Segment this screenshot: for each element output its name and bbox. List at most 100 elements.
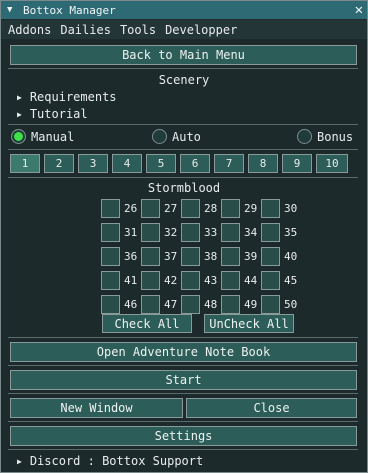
page-button-6[interactable]: 6 [180,154,210,173]
page-button-5[interactable]: 5 [146,154,176,173]
tree-label: Requirements [29,90,117,104]
divider [8,337,358,338]
divider [8,449,358,450]
level-label: 32 [164,226,178,239]
radio-indicator [11,129,26,144]
divider [8,421,358,422]
level-checkbox[interactable] [261,295,280,314]
level-checkbox[interactable] [221,271,240,290]
settings-button[interactable]: Settings [10,426,357,446]
title-bar[interactable]: ▼ Bottox Manager ✕ [1,1,367,19]
menu-dailies[interactable]: Dailies [60,23,111,37]
divider [8,68,358,69]
level-label: 44 [244,274,258,287]
back-to-main-menu-button[interactable]: Back to Main Menu [10,45,357,65]
level-label: 42 [164,274,178,287]
level-checkbox[interactable] [101,199,120,218]
level-checkbox[interactable] [221,199,240,218]
page-button-9[interactable]: 9 [282,154,312,173]
tree-requirements[interactable]: ▶ Requirements [17,90,117,104]
level-checkbox[interactable] [221,247,240,266]
divider [8,149,358,150]
expand-arrow-icon: ▶ [17,93,22,102]
level-label: 28 [204,202,218,215]
level-label: 37 [164,250,178,263]
level-checkbox[interactable] [141,271,160,290]
divider [8,365,358,366]
level-checkbox[interactable] [141,199,160,218]
level-label: 33 [204,226,218,239]
level-label: 48 [204,298,218,311]
uncheck-all-button[interactable]: UnCheck All [204,314,294,333]
level-checkbox[interactable] [221,295,240,314]
level-label: 36 [124,250,138,263]
level-label: 41 [124,274,138,287]
level-label: 31 [124,226,138,239]
radio-manual[interactable]: Manual [11,129,74,144]
level-label: 45 [284,274,298,287]
level-label: 50 [284,298,298,311]
open-adventure-note-book-button[interactable]: Open Adventure Note Book [10,342,357,362]
level-checkbox[interactable] [101,295,120,314]
new-window-button[interactable]: New Window [10,398,183,418]
start-button[interactable]: Start [10,370,357,390]
level-checkbox[interactable] [261,199,280,218]
divider [8,393,358,394]
radio-indicator [297,129,312,144]
level-label: 29 [244,202,258,215]
level-label: 46 [124,298,138,311]
menu-tools[interactable]: Tools [120,23,156,37]
level-checkbox[interactable] [181,271,200,290]
page-button-2[interactable]: 2 [44,154,74,173]
level-label: 34 [244,226,258,239]
tree-label: Tutorial [29,107,88,121]
menu-developper[interactable]: Developper [165,23,237,37]
level-checkbox[interactable] [141,247,160,266]
radio-label: Bonus [317,129,354,144]
level-label: 43 [204,274,218,287]
level-checkbox[interactable] [261,271,280,290]
level-checkbox[interactable] [181,247,200,266]
level-checkbox[interactable] [101,223,120,242]
level-label: 26 [124,202,138,215]
page-button-1[interactable]: 1 [10,154,40,173]
level-checkbox[interactable] [181,295,200,314]
radio-auto[interactable]: Auto [152,129,201,144]
bottox-manager-window: ▼ Bottox Manager ✕ Addons Dailies Tools … [0,0,368,473]
page-button-7[interactable]: 7 [214,154,244,173]
level-checkbox[interactable] [181,199,200,218]
level-label: 35 [284,226,298,239]
level-checkbox[interactable] [181,223,200,242]
page-button-8[interactable]: 8 [248,154,278,173]
level-checkbox[interactable] [221,223,240,242]
radio-bonus[interactable]: Bonus [297,129,353,144]
page-button-3[interactable]: 3 [78,154,108,173]
radio-label: Auto [172,129,201,144]
check-all-button[interactable]: Check All [102,314,192,333]
radio-label: Manual [31,129,75,144]
close-icon[interactable]: ✕ [355,1,363,19]
expand-arrow-icon: ▶ [17,457,22,466]
level-checkbox[interactable] [261,223,280,242]
divider [8,177,358,178]
divider [8,124,358,125]
collapse-icon[interactable]: ▼ [7,5,17,15]
level-checkbox[interactable] [141,223,160,242]
stormblood-header: Stormblood [147,181,221,195]
level-label: 30 [284,202,298,215]
expand-arrow-icon: ▶ [17,110,22,119]
close-button[interactable]: Close [186,398,357,418]
page-button-4[interactable]: 4 [112,154,142,173]
level-checkbox[interactable] [101,247,120,266]
menu-bar: Addons Dailies Tools Developper [1,20,367,39]
page-button-10[interactable]: 10 [316,154,348,173]
level-checkbox[interactable] [261,247,280,266]
level-checkbox[interactable] [141,295,160,314]
tree-discord[interactable]: ▶ Discord : Bottox Support [17,454,203,468]
menu-addons[interactable]: Addons [8,23,51,37]
level-label: 40 [284,250,298,263]
tree-label: Discord : Bottox Support [29,454,204,468]
level-checkbox[interactable] [101,271,120,290]
window-title: Bottox Manager [23,3,116,17]
tree-tutorial[interactable]: ▶ Tutorial [17,107,88,121]
